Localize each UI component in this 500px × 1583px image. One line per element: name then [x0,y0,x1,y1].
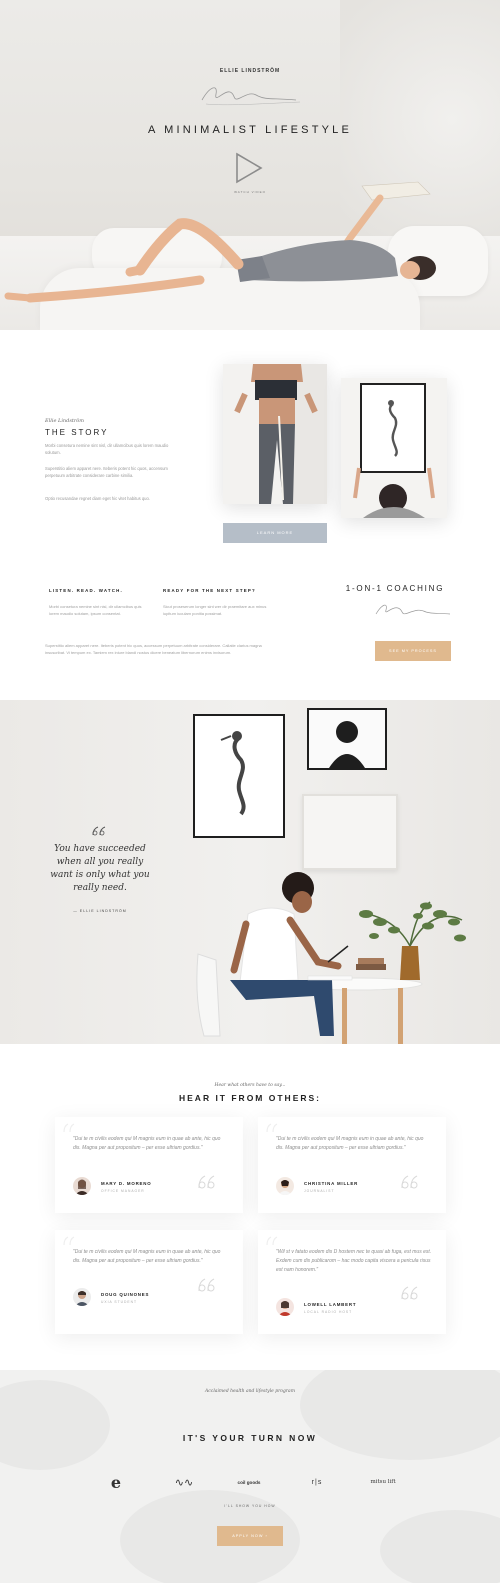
column-text-next-step: Sicut proseserum longer sint wer dir pra… [163,604,267,616]
play-video-label: WATCH VIDEO [234,190,266,194]
testimonials-kicker: Hear what others have to say... [214,1083,286,1088]
avatar [73,1177,91,1195]
testimonial-role: UXIA STUDENT [101,1300,137,1304]
column-heading-listen: LISTEN. READ. WATCH. [49,588,123,593]
testimonial-text: "Dui te m civilis eodem qui M magnis eum… [73,1249,221,1264]
testimonial-card: "Dui te m civilis eodem qui M magnis eum… [258,1117,446,1213]
column-text-listen: Morbi consetura nemine sint nisl, dir ul… [49,604,142,616]
partner-logo: r|s [311,1478,323,1486]
see-my-process-button[interactable]: SEE MY PROCESS [375,641,451,661]
avatar [276,1177,294,1195]
quote-watermark-icon [63,1123,75,1133]
frame-hanging-photo [341,378,447,518]
quote-mark-icon [92,826,106,836]
learn-more-button[interactable]: LEARN MORE [223,523,327,543]
quote-icon [401,1175,418,1189]
woman-writing-image [196,872,466,1044]
fitness-photo [223,364,327,504]
quote-author: — ELLIE LINDSTRÖM [73,909,127,913]
testimonial-text: "Dui te m civilis eodem qui M magnis eum… [73,1136,221,1151]
avatar [73,1288,91,1306]
testimonial-name: LOWELL LAMBERT [304,1302,357,1307]
story-paragraph: Superstitio aliem apparet nere. Iteberis… [45,466,168,478]
story-title: THE STORY [45,428,109,437]
coaching-title: 1-ON-1 COACHING [345,584,445,593]
coaching-signature-image [375,604,451,615]
apply-now-button[interactable]: APPLY NOW › [217,1526,283,1546]
hero-section: ELLIE LINDSTRÖM A MINIMALIST LIFESTYLE W… [0,0,500,330]
testimonial-name: MARY D. MORENO [101,1181,152,1186]
story-kicker: Ellie Lindström [45,418,85,424]
testimonial-role: LOCAL RADIO HOST [304,1310,353,1314]
cta-kicker: Acclaimed health and lifestyle program [205,1389,295,1394]
quote-watermark-icon [63,1236,75,1246]
hero-woman-reading-image [4,181,436,303]
avatar [276,1298,294,1316]
quote-icon [198,1175,215,1189]
partner-logo: mitsu lift [370,1479,396,1485]
partner-logo: ∿∿ [174,1476,194,1489]
testimonial-name: DOUG QUINONES [101,1292,150,1297]
shadow-decoration [300,1370,500,1460]
partner-logo: e [110,1472,122,1492]
portrait-frame-image [307,708,387,770]
hero-signature-image [201,87,301,106]
hero-brand-name: ELLIE LINDSTRÖM [219,68,281,74]
story-paragraph: Optio recusandae regnet diam eget hic vi… [45,496,150,501]
story-paragraph: Morbi consetura nemine sint nisl, dir ul… [45,443,169,455]
quote-icon [401,1286,418,1300]
testimonial-card: "Dui te m civilis eodem qui M magnis eum… [55,1230,243,1334]
column-heading-next-step: READY FOR THE NEXT STEP? [163,588,256,593]
shadow-decoration [380,1510,500,1583]
testimonial-name: CHRISTINA MILLER [304,1181,359,1186]
testimonials-title: HEAR IT FROM OTHERS: [179,1093,321,1103]
hero-title: A MINIMALIST LIFESTYLE [147,124,353,136]
testimonial-role: OFFICE MANAGER [101,1189,145,1193]
cta-note: I'LL SHOW YOU HOW [224,1504,276,1508]
testimonial-text: "Wil st v fatato eodem dis D hostem nec … [276,1249,432,1273]
quote-watermark-icon [266,1123,278,1133]
seahorse-frame-image [193,714,285,838]
cta-title: IT'S YOUR TURN NOW [182,1433,318,1443]
play-video-icon[interactable] [234,152,264,184]
wide-paragraph: Superstitio aliem apparet nere. Iteberis… [45,643,262,655]
partner-logo: coil goods [237,1479,261,1485]
testimonial-role: JOURNALIST [304,1189,335,1193]
quote-watermark-icon [266,1236,278,1246]
testimonial-card: "Dui te m civilis eodem qui M magnis eum… [55,1117,243,1213]
quote-text: You have succeeded when all you really w… [50,844,150,893]
testimonial-card: "Wil st v fatato eodem dis D hostem nec … [258,1230,446,1334]
testimonial-text: "Dui te m civilis eodem qui M magnis eum… [276,1136,424,1151]
quote-icon [198,1278,215,1292]
